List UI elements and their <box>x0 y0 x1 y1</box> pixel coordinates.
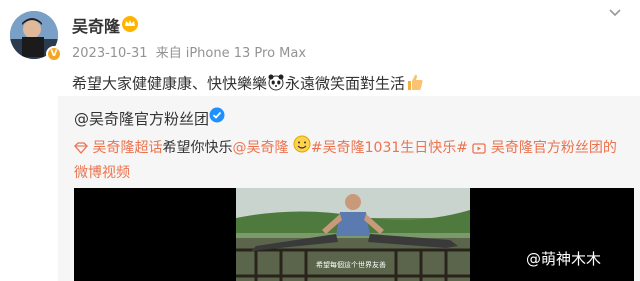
post-device: iPhone 13 Pro Max <box>185 46 307 61</box>
vip-badge-icon: V <box>46 46 62 62</box>
post-text: 希望大家健健康康、快快樂樂 永遠微笑面對生活 <box>72 72 425 96</box>
video-link-icon <box>472 140 487 156</box>
hashtag-link[interactable]: #吴奇隆1031生日快乐# <box>311 140 468 156</box>
post-text-end: 永遠微笑面對生活 <box>285 74 406 93</box>
mention-link[interactable]: @吴奇隆 <box>232 140 288 156</box>
smile-emoji-icon <box>293 135 311 161</box>
video-subtitle: 希望每個這个世界友善 <box>316 261 386 269</box>
chevron-down-icon[interactable] <box>608 8 622 18</box>
repost-wish: 希望你快乐 <box>162 140 233 156</box>
post-text-main: 希望大家健健康康、快快樂樂 <box>72 74 268 93</box>
verified-icon <box>209 107 225 123</box>
source-prefix: 来自 <box>155 46 182 61</box>
post-date[interactable]: 2023-10-31 <box>72 46 148 61</box>
thumbs-up-emoji-icon <box>405 72 425 96</box>
repost-author[interactable]: @吴奇隆官方粉丝团 <box>74 108 209 129</box>
supertopic-link[interactable]: 吴奇隆超话 <box>92 140 162 156</box>
watermark: @萌神木木 <box>526 250 602 268</box>
video-link-2[interactable]: 微博视频 <box>74 165 130 181</box>
post-meta: 2023-10-31 来自 iPhone 13 Pro Max <box>72 42 310 61</box>
username[interactable]: 吴奇隆 <box>72 13 120 37</box>
panda-emoji-icon <box>267 73 285 95</box>
repost-text: 吴奇隆超话希望你快乐@吴奇隆 #吴奇隆1031生日快乐# 吴奇隆官方粉丝团的 微… <box>74 135 634 185</box>
supertopic-icon <box>74 140 92 156</box>
crown-icon[interactable] <box>121 15 139 33</box>
video-thumbnail[interactable]: 希望每個這个世界友善 <box>236 188 470 281</box>
video-link[interactable]: 吴奇隆官方粉丝团的 <box>491 140 617 156</box>
post-header: V 吴奇隆 2023-10-31 来自 iPhone 13 Pro Max <box>0 0 640 62</box>
